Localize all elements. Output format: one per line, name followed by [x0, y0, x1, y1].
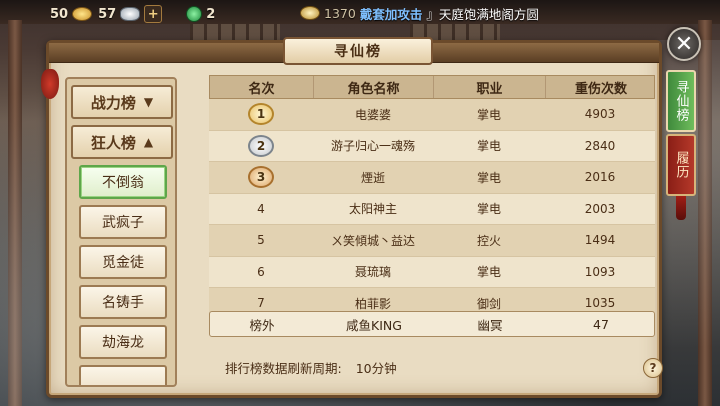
- ticker-number: 1370: [324, 5, 356, 21]
- my-rank-cell: 榜外: [249, 317, 275, 333]
- refresh-info: 排行榜数据刷新周期: 10分钟: [225, 357, 397, 377]
- bronze-medal-icon: 3: [248, 166, 274, 189]
- jade-value: 2: [206, 6, 216, 22]
- add-currency-button[interactable]: +: [144, 5, 163, 23]
- red-knot-ornament: [41, 69, 59, 99]
- job-cell: 掌电: [476, 139, 501, 154]
- ticker-ingot-icon: [300, 6, 320, 20]
- col-name-header: 角色名称: [314, 76, 434, 98]
- table-row[interactable]: 6 聂琉璃 掌电 1093: [209, 256, 655, 288]
- refresh-value: 10分钟: [355, 360, 397, 376]
- rank-cell: 2: [209, 131, 313, 162]
- count-cell: 1494: [584, 233, 616, 248]
- table-row[interactable]: 3 煙逝 掌电 2016: [209, 162, 655, 194]
- name-cell: 电婆婆: [354, 107, 391, 122]
- category-list: 战力榜 ▼ 狂人榜 ▲ 不倒翁 武疯子 觅金徒 名铸手 劫海龙: [65, 77, 177, 387]
- gold-medal-icon: 1: [248, 103, 274, 126]
- name-cell: ㄨ笑傾城丶益达: [330, 233, 415, 248]
- silver-value: 57: [98, 6, 117, 22]
- ticker-highlight: 戴套加攻击: [359, 6, 423, 22]
- job-cell: 掌电: [476, 202, 501, 217]
- rank-cell: 1: [209, 99, 313, 130]
- category-label: 狂人榜: [90, 133, 136, 152]
- my-count-cell: 47: [593, 316, 609, 332]
- name-cell: 聂琉璃: [354, 265, 391, 280]
- news-ticker: 1370 戴套加攻击 』天庭饱满地阁方圆: [300, 2, 540, 24]
- col-count-header: 重伤次数: [574, 81, 627, 97]
- tassel-ornament: [676, 196, 686, 220]
- rank-cell: 4: [257, 201, 265, 216]
- ranking-table: 名次 角色名称 职业 重伤次数 1 电婆婆 掌电 4903 2 游子归心一魂殇 …: [209, 75, 655, 337]
- job-cell: 控火: [476, 233, 501, 248]
- job-cell: 掌电: [476, 265, 501, 280]
- tab-history[interactable]: 履历: [666, 134, 696, 196]
- help-button[interactable]: ?: [643, 358, 663, 378]
- ticker-text: 』天庭饱满地阁方圆: [426, 6, 539, 22]
- subcategory-item[interactable]: 劫海龙: [79, 325, 167, 359]
- rank-cell: 5: [257, 233, 265, 248]
- silver-ingot-icon: [120, 7, 141, 21]
- table-row[interactable]: 2 游子归心一魂殇 掌电 2840: [209, 130, 655, 162]
- refresh-label: 排行榜数据刷新周期:: [225, 360, 342, 376]
- rank-cell: 3: [209, 162, 313, 193]
- close-button[interactable]: ✕: [667, 27, 701, 61]
- name-cell: 太阳神主: [348, 202, 397, 217]
- count-cell: 1093: [584, 264, 616, 279]
- panel-title: 寻仙榜: [283, 37, 433, 65]
- rank-cell: 6: [257, 264, 265, 279]
- silver-resource: 57 +: [98, 3, 163, 25]
- count-cell: 2003: [584, 201, 616, 216]
- table-row[interactable]: 1 电婆婆 掌电 4903: [209, 99, 655, 131]
- table-header: 名次 角色名称 职业 重伤次数: [209, 75, 655, 99]
- gold-ingot-icon: [72, 7, 93, 21]
- jade-icon: [186, 6, 203, 22]
- my-job-cell: 幽冥: [477, 317, 503, 333]
- subcategory-item[interactable]: 武疯子: [79, 205, 167, 239]
- subcategory-item-partial[interactable]: [79, 365, 167, 385]
- gold-value: 50: [50, 6, 69, 22]
- col-rank-header: 名次: [210, 76, 314, 98]
- subcategory-item-active[interactable]: 不倒翁: [79, 165, 167, 199]
- silver-medal-icon: 2: [248, 134, 274, 157]
- category-crazy[interactable]: 狂人榜 ▲: [71, 125, 173, 159]
- name-cell: 游子归心一魂殇: [330, 139, 415, 154]
- chevron-down-icon: ▼: [143, 95, 154, 109]
- category-combat-power[interactable]: 战力榜 ▼: [71, 85, 173, 119]
- gold-resource: 50: [50, 3, 93, 25]
- subcategory-item[interactable]: 名铸手: [79, 285, 167, 319]
- ranking-panel: 寻仙榜 战力榜 ▼ 狂人榜 ▲ 不倒翁 武疯子 觅金徒 名铸手 劫海龙 名次 角…: [41, 37, 663, 398]
- category-label: 战力榜: [90, 93, 136, 112]
- subcategory-item[interactable]: 觅金徒: [79, 245, 167, 279]
- my-rank-row: 榜外 咸鱼KING 幽冥 47: [209, 311, 655, 337]
- my-name-cell: 咸鱼KING: [346, 317, 402, 333]
- tab-seek-ranking[interactable]: 寻仙榜: [666, 70, 696, 132]
- job-cell: 掌电: [476, 107, 501, 122]
- count-cell: 2016: [584, 170, 616, 185]
- job-cell: 掌电: [476, 170, 501, 185]
- chevron-up-icon: ▲: [143, 135, 154, 149]
- name-cell: 煙逝: [360, 170, 385, 185]
- col-job-header: 职业: [434, 76, 546, 98]
- close-ornament: ✕: [662, 22, 706, 66]
- jade-resource: 2: [186, 3, 215, 25]
- table-row[interactable]: 4 太阳神主 掌电 2003: [209, 193, 655, 225]
- count-cell: 4903: [584, 107, 616, 122]
- table-row[interactable]: 5 ㄨ笑傾城丶益达 控火 1494: [209, 225, 655, 257]
- count-cell: 2840: [584, 138, 616, 153]
